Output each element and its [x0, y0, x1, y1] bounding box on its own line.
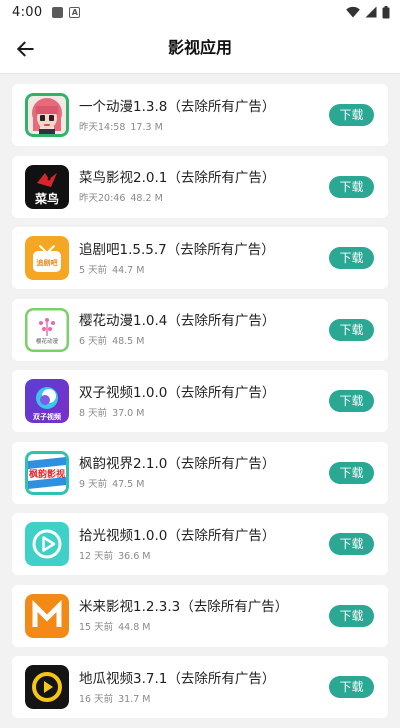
notification-square-icon [52, 6, 64, 18]
swirl-icon: 双子视频 [25, 379, 69, 423]
app-meta: 9 天前 47.5 M [79, 476, 329, 490]
app-name: 地瓜视频3.7.1（去除所有广告） [79, 670, 276, 687]
app-meta: 8 天前 37.0 M [79, 405, 329, 419]
download-button[interactable]: 下载 [329, 390, 374, 412]
app-meta: 16 天前 31.7 M [79, 691, 329, 705]
app-date: 8 天前 [79, 407, 108, 419]
app-info: 追剧吧1.5.5.7（去除所有广告） 5 天前 44.7 M [79, 241, 329, 276]
app-name: 拾光视频1.0.0（去除所有广告） [79, 527, 276, 544]
play-circle-icon [25, 522, 69, 566]
app-size: 31.7 M [118, 693, 151, 705]
app-info: 一个动漫1.3.8（去除所有广告） 昨天14:58 17.3 M [79, 98, 329, 133]
app-name: 米来影视1.2.3.3（去除所有广告） [79, 599, 289, 615]
app-name: 一个动漫1.3.8（去除所有广告） [79, 98, 276, 115]
download-button[interactable]: 下载 [329, 104, 374, 126]
fengyun-icon: 枫韵影视 [25, 450, 69, 495]
app-meta: 12 天前 36.6 M [79, 548, 329, 562]
app-info: 枫韵视界2.1.0（去除所有广告） 9 天前 47.5 M [79, 455, 329, 490]
app-meta: 昨天20:46 48.2 M [79, 190, 329, 204]
app-size: 44.8 M [118, 622, 151, 633]
app-info: 拾光视频1.0.0（去除所有广告） 12 天前 36.6 M [79, 527, 329, 562]
app-date: 5 天前 [79, 264, 108, 276]
app-size: 48.2 M [130, 193, 163, 204]
cainiao-bird-icon: 菜鸟 [25, 164, 69, 209]
swirl-icon-text: 双子视频 [33, 412, 61, 421]
app-date: 12 天前 [79, 550, 114, 562]
cainiao-icon-text: 菜鸟 [34, 191, 59, 206]
download-button[interactable]: 下载 [329, 318, 374, 341]
app-info: 米来影视1.2.3.3（去除所有广告） 15 天前 44.8 M [79, 598, 329, 633]
battery-icon [382, 5, 390, 18]
list-item[interactable]: 一个动漫1.3.8（去除所有广告） 昨天14:58 17.3 M 下载 [12, 84, 388, 146]
tv-icon: 追剧吧 [25, 236, 69, 280]
app-list: 一个动漫1.3.8（去除所有广告） 昨天14:58 17.3 M 下载 菜鸟 菜鸟… [12, 84, 388, 728]
status-time: 4:00 [12, 4, 43, 20]
download-button[interactable]: 下载 [329, 604, 374, 627]
accessibility-a-icon: A [69, 6, 81, 18]
app-date: 16 天前 [79, 693, 114, 705]
list-item[interactable]: 樱花动漫 樱花动漫1.0.4（去除所有广告） 6 天前 48.5 M 下载 [12, 298, 388, 361]
sakura-icon-text: 樱花动漫 [36, 337, 59, 345]
app-name: 追剧吧1.5.5.7（去除所有广告） [79, 241, 275, 258]
app-date: 昨天14:58 [79, 121, 126, 133]
status-right-group [346, 5, 390, 19]
app-info: 樱花动漫1.0.4（去除所有广告） 6 天前 48.5 M [79, 312, 329, 347]
list-item[interactable]: 菜鸟 菜鸟影视2.0.1（去除所有广告） 昨天20:46 48.2 M 下载 [12, 155, 388, 218]
download-button[interactable]: 下载 [329, 247, 374, 269]
app-size: 48.5 M [112, 336, 145, 347]
app-size: 47.5 M [112, 479, 145, 490]
app-date: 昨天20:46 [79, 193, 126, 204]
app-meta: 5 天前 44.7 M [79, 262, 329, 276]
app-date: 9 天前 [79, 479, 108, 490]
app-name: 双子视频1.0.0（去除所有广告） [79, 384, 276, 401]
sakura-icon: 樱花动漫 [25, 307, 69, 352]
list-item[interactable]: 追剧吧 追剧吧1.5.5.7（去除所有广告） 5 天前 44.7 M 下载 [12, 227, 388, 289]
play-ring-icon [25, 665, 69, 709]
m-logo-icon [25, 593, 69, 638]
anime-girl-icon [25, 93, 69, 137]
app-name: 樱花动漫1.0.4（去除所有广告） [79, 313, 276, 329]
app-date: 6 天前 [79, 336, 108, 347]
list-item[interactable]: 米来影视1.2.3.3（去除所有广告） 15 天前 44.8 M 下载 [12, 584, 388, 647]
fengyun-icon-text: 枫韵影视 [29, 468, 65, 480]
download-button[interactable]: 下载 [329, 175, 374, 198]
app-date: 15 天前 [79, 622, 114, 633]
tv-icon-text: 追剧吧 [37, 258, 58, 267]
status-bar: 4:00 A [0, 0, 400, 24]
app-info: 菜鸟影视2.0.1（去除所有广告） 昨天20:46 48.2 M [79, 169, 329, 204]
app-size: 37.0 M [112, 407, 145, 419]
app-bar: 影视应用 [0, 24, 400, 74]
app-size: 17.3 M [130, 121, 163, 133]
download-button[interactable]: 下载 [329, 533, 374, 555]
app-name: 菜鸟影视2.0.1（去除所有广告） [79, 170, 276, 186]
download-button[interactable]: 下载 [329, 676, 374, 698]
cell-signal-icon [365, 6, 377, 18]
app-name: 枫韵视界2.1.0（去除所有广告） [79, 456, 276, 472]
app-meta: 昨天14:58 17.3 M [79, 119, 329, 133]
list-item[interactable]: 拾光视频1.0.0（去除所有广告） 12 天前 36.6 M 下载 [12, 513, 388, 575]
page-title: 影视应用 [167, 38, 232, 57]
app-meta: 6 天前 48.5 M [79, 333, 329, 347]
app-meta: 15 天前 44.8 M [79, 619, 329, 633]
app-size: 36.6 M [118, 550, 151, 562]
download-button[interactable]: 下载 [329, 461, 374, 484]
app-size: 44.7 M [112, 264, 145, 276]
list-item[interactable]: 枫韵影视 枫韵视界2.1.0（去除所有广告） 9 天前 47.5 M 下载 [12, 441, 388, 504]
app-info: 双子视频1.0.0（去除所有广告） 8 天前 37.0 M [79, 384, 329, 419]
list-item[interactable]: 地瓜视频3.7.1（去除所有广告） 16 天前 31.7 M 下载 [12, 656, 388, 718]
app-info: 地瓜视频3.7.1（去除所有广告） 16 天前 31.7 M [79, 670, 329, 705]
wifi-icon [346, 6, 360, 18]
list-item[interactable]: 双子视频 双子视频1.0.0（去除所有广告） 8 天前 37.0 M 下载 [12, 370, 388, 432]
